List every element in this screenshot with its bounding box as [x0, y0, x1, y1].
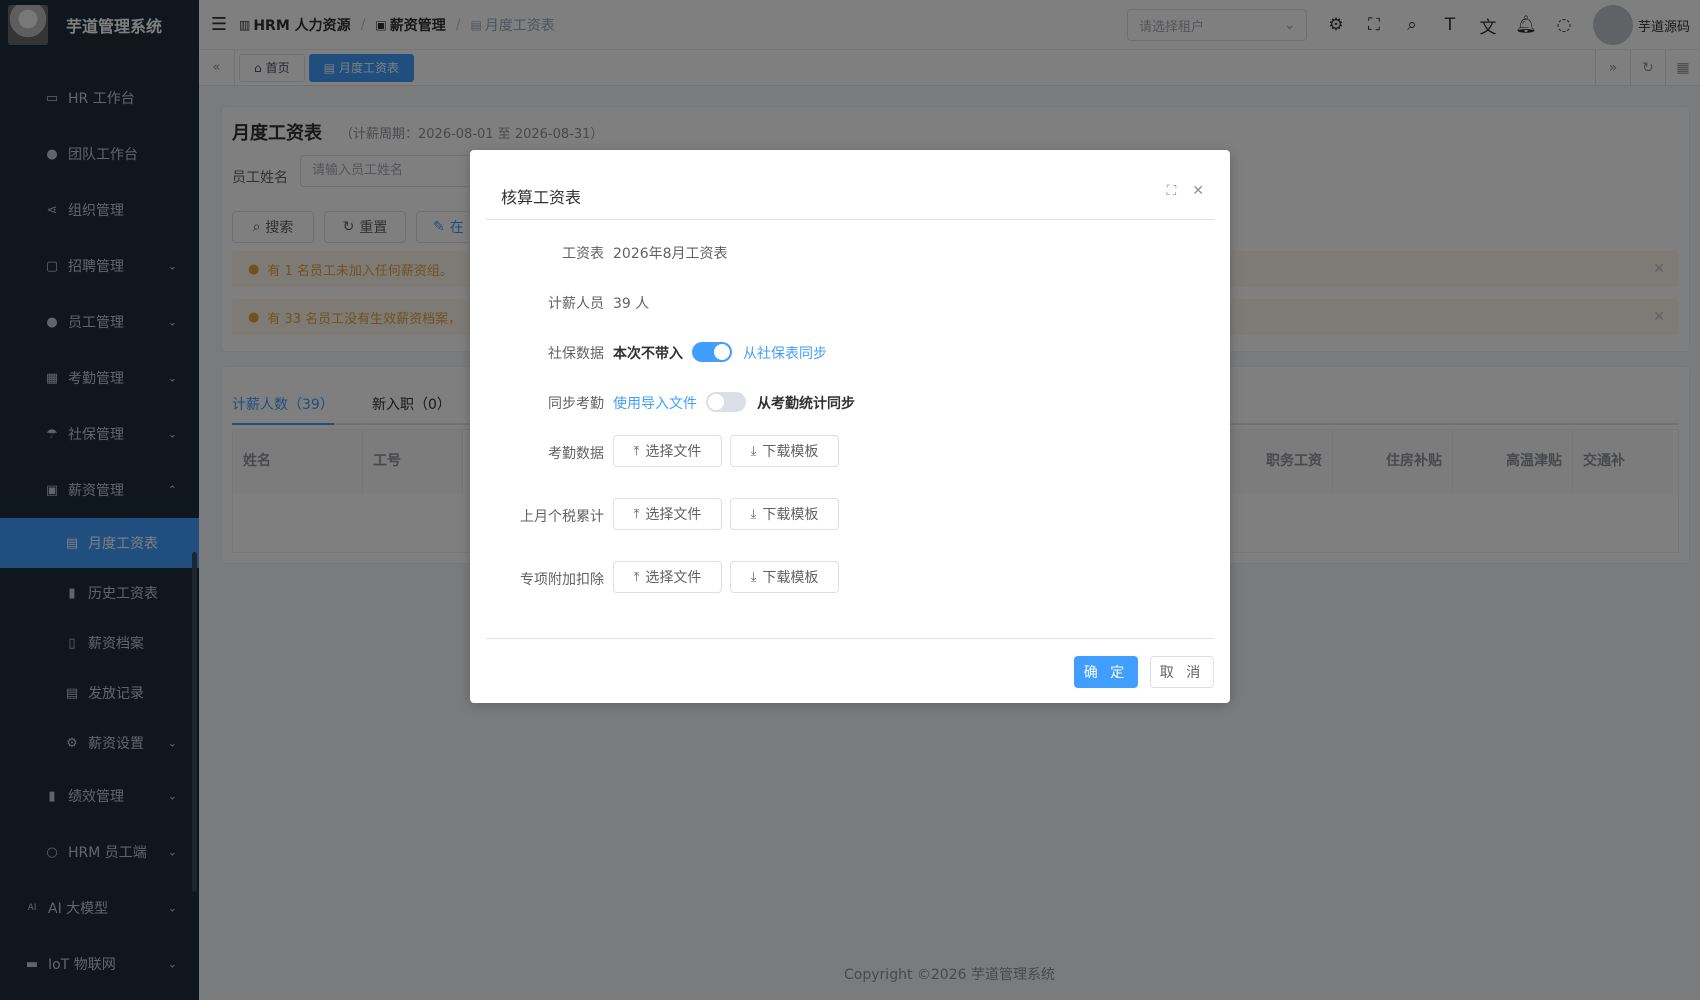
switch-knob [714, 344, 730, 360]
attend-data-label: 考勤数据 [548, 446, 604, 462]
attend-sync-switch[interactable] [706, 392, 746, 412]
fullscreen-icon[interactable]: ⛶ [1166, 183, 1176, 199]
upload-icon: ⤒ [633, 569, 640, 585]
staff-value: 39 人 [613, 296, 650, 312]
attend-sync-label: 同步考勤 [548, 396, 604, 412]
attend-select-file-button[interactable]: ⤒ 选择文件 [613, 435, 722, 467]
upload-icon: ⤒ [633, 506, 640, 522]
attend-sync-on-label: 从考勤统计同步 [757, 396, 855, 412]
tax-download-template-button[interactable]: ⤓ 下载模板 [730, 498, 839, 530]
social-on-label: 从社保表同步 [743, 346, 827, 362]
tax-select-file-button[interactable]: ⤒ 选择文件 [613, 498, 722, 530]
attend-sync-off-label: 使用导入文件 [613, 396, 697, 412]
attend-download-template-button[interactable]: ⤓ 下载模板 [730, 435, 839, 467]
special-label: 专项附加扣除 [520, 572, 604, 588]
cancel-button[interactable]: 取 消 [1150, 656, 1214, 688]
dialog-tools: ⛶ ✕ [1166, 183, 1204, 199]
upload-icon: ⤒ [633, 443, 640, 459]
download-icon: ⤓ [750, 506, 757, 522]
social-label: 社保数据 [548, 346, 604, 362]
dialog-title: 核算工资表 [501, 188, 582, 207]
payroll-label: 工资表 [562, 246, 604, 262]
special-download-template-button[interactable]: ⤓ 下载模板 [730, 561, 839, 593]
social-sync-switch[interactable] [692, 342, 732, 362]
tax-label: 上月个税累计 [520, 509, 604, 525]
staff-label: 计薪人员 [548, 296, 604, 312]
dialog-footer-divider [486, 638, 1214, 639]
switch-knob [708, 394, 724, 410]
social-off-label: 本次不带入 [613, 346, 683, 362]
special-select-file-button[interactable]: ⤒ 选择文件 [613, 561, 722, 593]
calculate-payroll-dialog: 核算工资表 ⛶ ✕ 工资表 2026年8月工资表 计薪人员 39 人 社保数据 … [470, 150, 1230, 703]
payroll-value: 2026年8月工资表 [613, 246, 728, 262]
download-icon: ⤓ [750, 569, 757, 585]
confirm-button[interactable]: 确 定 [1074, 656, 1138, 688]
close-icon[interactable]: ✕ [1192, 183, 1204, 199]
download-icon: ⤓ [750, 443, 757, 459]
dialog-header: 核算工资表 ⛶ ✕ [486, 150, 1214, 220]
